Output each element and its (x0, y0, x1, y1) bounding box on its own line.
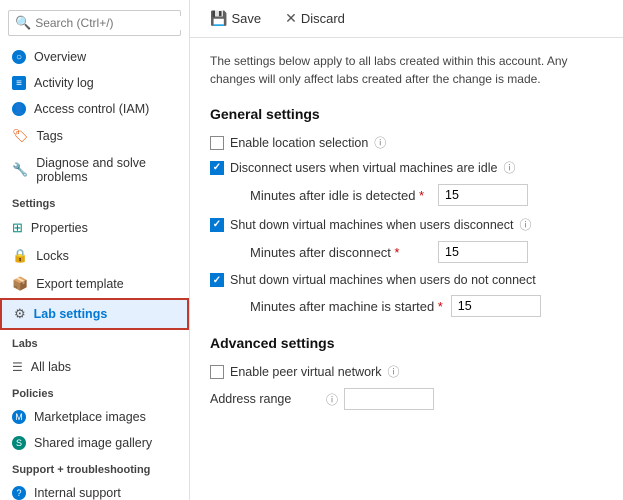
enable-location-label: Enable location selection (230, 136, 368, 150)
sidebar-item-activity-log[interactable]: ≡ Activity log (0, 70, 189, 96)
sidebar-item-properties[interactable]: ⊞ Properties (0, 214, 189, 242)
disconnect-users-info-icon[interactable]: ⓘ (504, 159, 516, 176)
save-icon: 💾 (210, 10, 227, 27)
all-labs-icon: ☰ (12, 360, 23, 374)
enable-location-row: Enable location selection ⓘ (210, 134, 603, 151)
minutes-started-input[interactable] (451, 295, 541, 317)
minutes-started-required: * (438, 299, 443, 314)
overview-icon: ○ (12, 50, 26, 64)
discard-icon: ✕ (285, 10, 297, 27)
address-range-info-icon[interactable]: ⓘ (326, 391, 338, 408)
minutes-disconnect-required: * (394, 245, 399, 260)
disconnect-users-row: Disconnect users when virtual machines a… (210, 159, 603, 176)
sidebar-item-activity-log-label: Activity log (34, 76, 94, 90)
disconnect-users-label: Disconnect users when virtual machines a… (230, 161, 498, 175)
search-input[interactable] (35, 16, 190, 30)
sidebar-item-tags-label: Tags (37, 129, 63, 143)
enable-peer-vnet-label: Enable peer virtual network (230, 365, 381, 379)
minutes-idle-input[interactable] (438, 184, 528, 206)
labs-section-label: Labs (0, 330, 189, 354)
discard-button[interactable]: ✕ Discard (281, 8, 349, 29)
sidebar-item-export-template-label: Export template (36, 277, 124, 291)
sidebar-item-all-labs[interactable]: ☰ All labs (0, 354, 189, 380)
search-bar[interactable]: 🔍 » (8, 10, 181, 36)
sidebar-item-shared-image-gallery-label: Shared image gallery (34, 436, 152, 450)
sidebar-item-lab-settings-label: Lab settings (34, 307, 108, 321)
intro-text: The settings below apply to all labs cre… (210, 52, 603, 88)
sidebar-item-lab-settings[interactable]: ⚙ Lab settings (0, 298, 189, 330)
sidebar-item-marketplace-images-label: Marketplace images (34, 410, 146, 424)
sidebar-item-tags[interactable]: 🏷 Tags (0, 122, 189, 150)
address-range-label: Address range (210, 392, 320, 406)
content-area: The settings below apply to all labs cre… (190, 38, 623, 500)
properties-icon: ⊞ (12, 220, 23, 236)
export-template-icon: 📦 (12, 276, 28, 292)
access-control-icon: 👤 (12, 102, 26, 116)
shutdown-disconnect-checkbox[interactable] (210, 218, 224, 232)
sidebar-item-locks-label: Locks (36, 249, 69, 263)
sidebar-item-shared-image-gallery[interactable]: S Shared image gallery (0, 430, 189, 456)
sidebar-item-access-control-label: Access control (IAM) (34, 102, 149, 116)
sidebar-item-internal-support[interactable]: ? Internal support (0, 480, 189, 500)
minutes-idle-required: * (419, 188, 424, 203)
settings-section-label: Settings (0, 190, 189, 214)
search-icon: 🔍 (15, 15, 31, 31)
shutdown-disconnect-label: Shut down virtual machines when users di… (230, 218, 513, 232)
enable-peer-vnet-checkbox[interactable] (210, 365, 224, 379)
enable-location-checkbox[interactable] (210, 136, 224, 150)
diagnose-icon: 🔧 (12, 162, 28, 178)
address-range-input[interactable] (344, 388, 434, 410)
shutdown-no-connect-label: Shut down virtual machines when users do… (230, 273, 536, 287)
shutdown-no-connect-row: Shut down virtual machines when users do… (210, 273, 603, 287)
minutes-idle-label: Minutes after idle is detected * (250, 188, 430, 203)
internal-support-icon: ? (12, 486, 26, 500)
sidebar-item-all-labs-label: All labs (31, 360, 71, 374)
sidebar-item-internal-support-label: Internal support (34, 486, 121, 500)
lab-settings-icon: ⚙ (14, 306, 26, 322)
minutes-disconnect-label: Minutes after disconnect * (250, 245, 430, 260)
activity-log-icon: ≡ (12, 76, 26, 90)
sidebar-item-diagnose[interactable]: 🔧 Diagnose and solve problems (0, 150, 189, 190)
locks-icon: 🔒 (12, 248, 28, 264)
address-range-row: Address range ⓘ (210, 388, 603, 410)
shared-image-gallery-icon: S (12, 436, 26, 450)
enable-peer-vnet-info-icon[interactable]: ⓘ (387, 363, 399, 380)
minutes-idle-row: Minutes after idle is detected * (250, 184, 603, 206)
minutes-started-label: Minutes after machine is started * (250, 299, 443, 314)
shutdown-disconnect-row: Shut down virtual machines when users di… (210, 216, 603, 233)
sidebar-item-overview[interactable]: ○ Overview (0, 44, 189, 70)
minutes-started-row: Minutes after machine is started * (250, 295, 603, 317)
sidebar-item-properties-label: Properties (31, 221, 88, 235)
sidebar: 🔍 » ○ Overview ≡ Activity log 👤 Access c… (0, 0, 190, 500)
enable-location-info-icon[interactable]: ⓘ (374, 134, 386, 151)
advanced-settings-section: Advanced settings Enable peer virtual ne… (210, 335, 603, 410)
minutes-disconnect-input[interactable] (438, 241, 528, 263)
top-bar: 💾 Save ✕ Discard (190, 0, 623, 38)
minutes-disconnect-row: Minutes after disconnect * (250, 241, 603, 263)
shutdown-disconnect-info-icon[interactable]: ⓘ (519, 216, 531, 233)
advanced-settings-title: Advanced settings (210, 335, 603, 351)
sidebar-item-access-control[interactable]: 👤 Access control (IAM) (0, 96, 189, 122)
enable-peer-vnet-row: Enable peer virtual network ⓘ (210, 363, 603, 380)
sidebar-item-marketplace-images[interactable]: M Marketplace images (0, 404, 189, 430)
sidebar-item-overview-label: Overview (34, 50, 86, 64)
sidebar-item-locks[interactable]: 🔒 Locks (0, 242, 189, 270)
support-section-label: Support + troubleshooting (0, 456, 189, 480)
sidebar-item-diagnose-label: Diagnose and solve problems (36, 156, 177, 184)
sidebar-item-export-template[interactable]: 📦 Export template (0, 270, 189, 298)
disconnect-users-checkbox[interactable] (210, 161, 224, 175)
tags-icon: 🏷 (12, 128, 29, 144)
shutdown-no-connect-checkbox[interactable] (210, 273, 224, 287)
general-settings-title: General settings (210, 106, 603, 122)
main-content: 💾 Save ✕ Discard The settings below appl… (190, 0, 623, 500)
save-button[interactable]: 💾 Save (206, 8, 265, 29)
marketplace-images-icon: M (12, 410, 26, 424)
policies-section-label: Policies (0, 380, 189, 404)
